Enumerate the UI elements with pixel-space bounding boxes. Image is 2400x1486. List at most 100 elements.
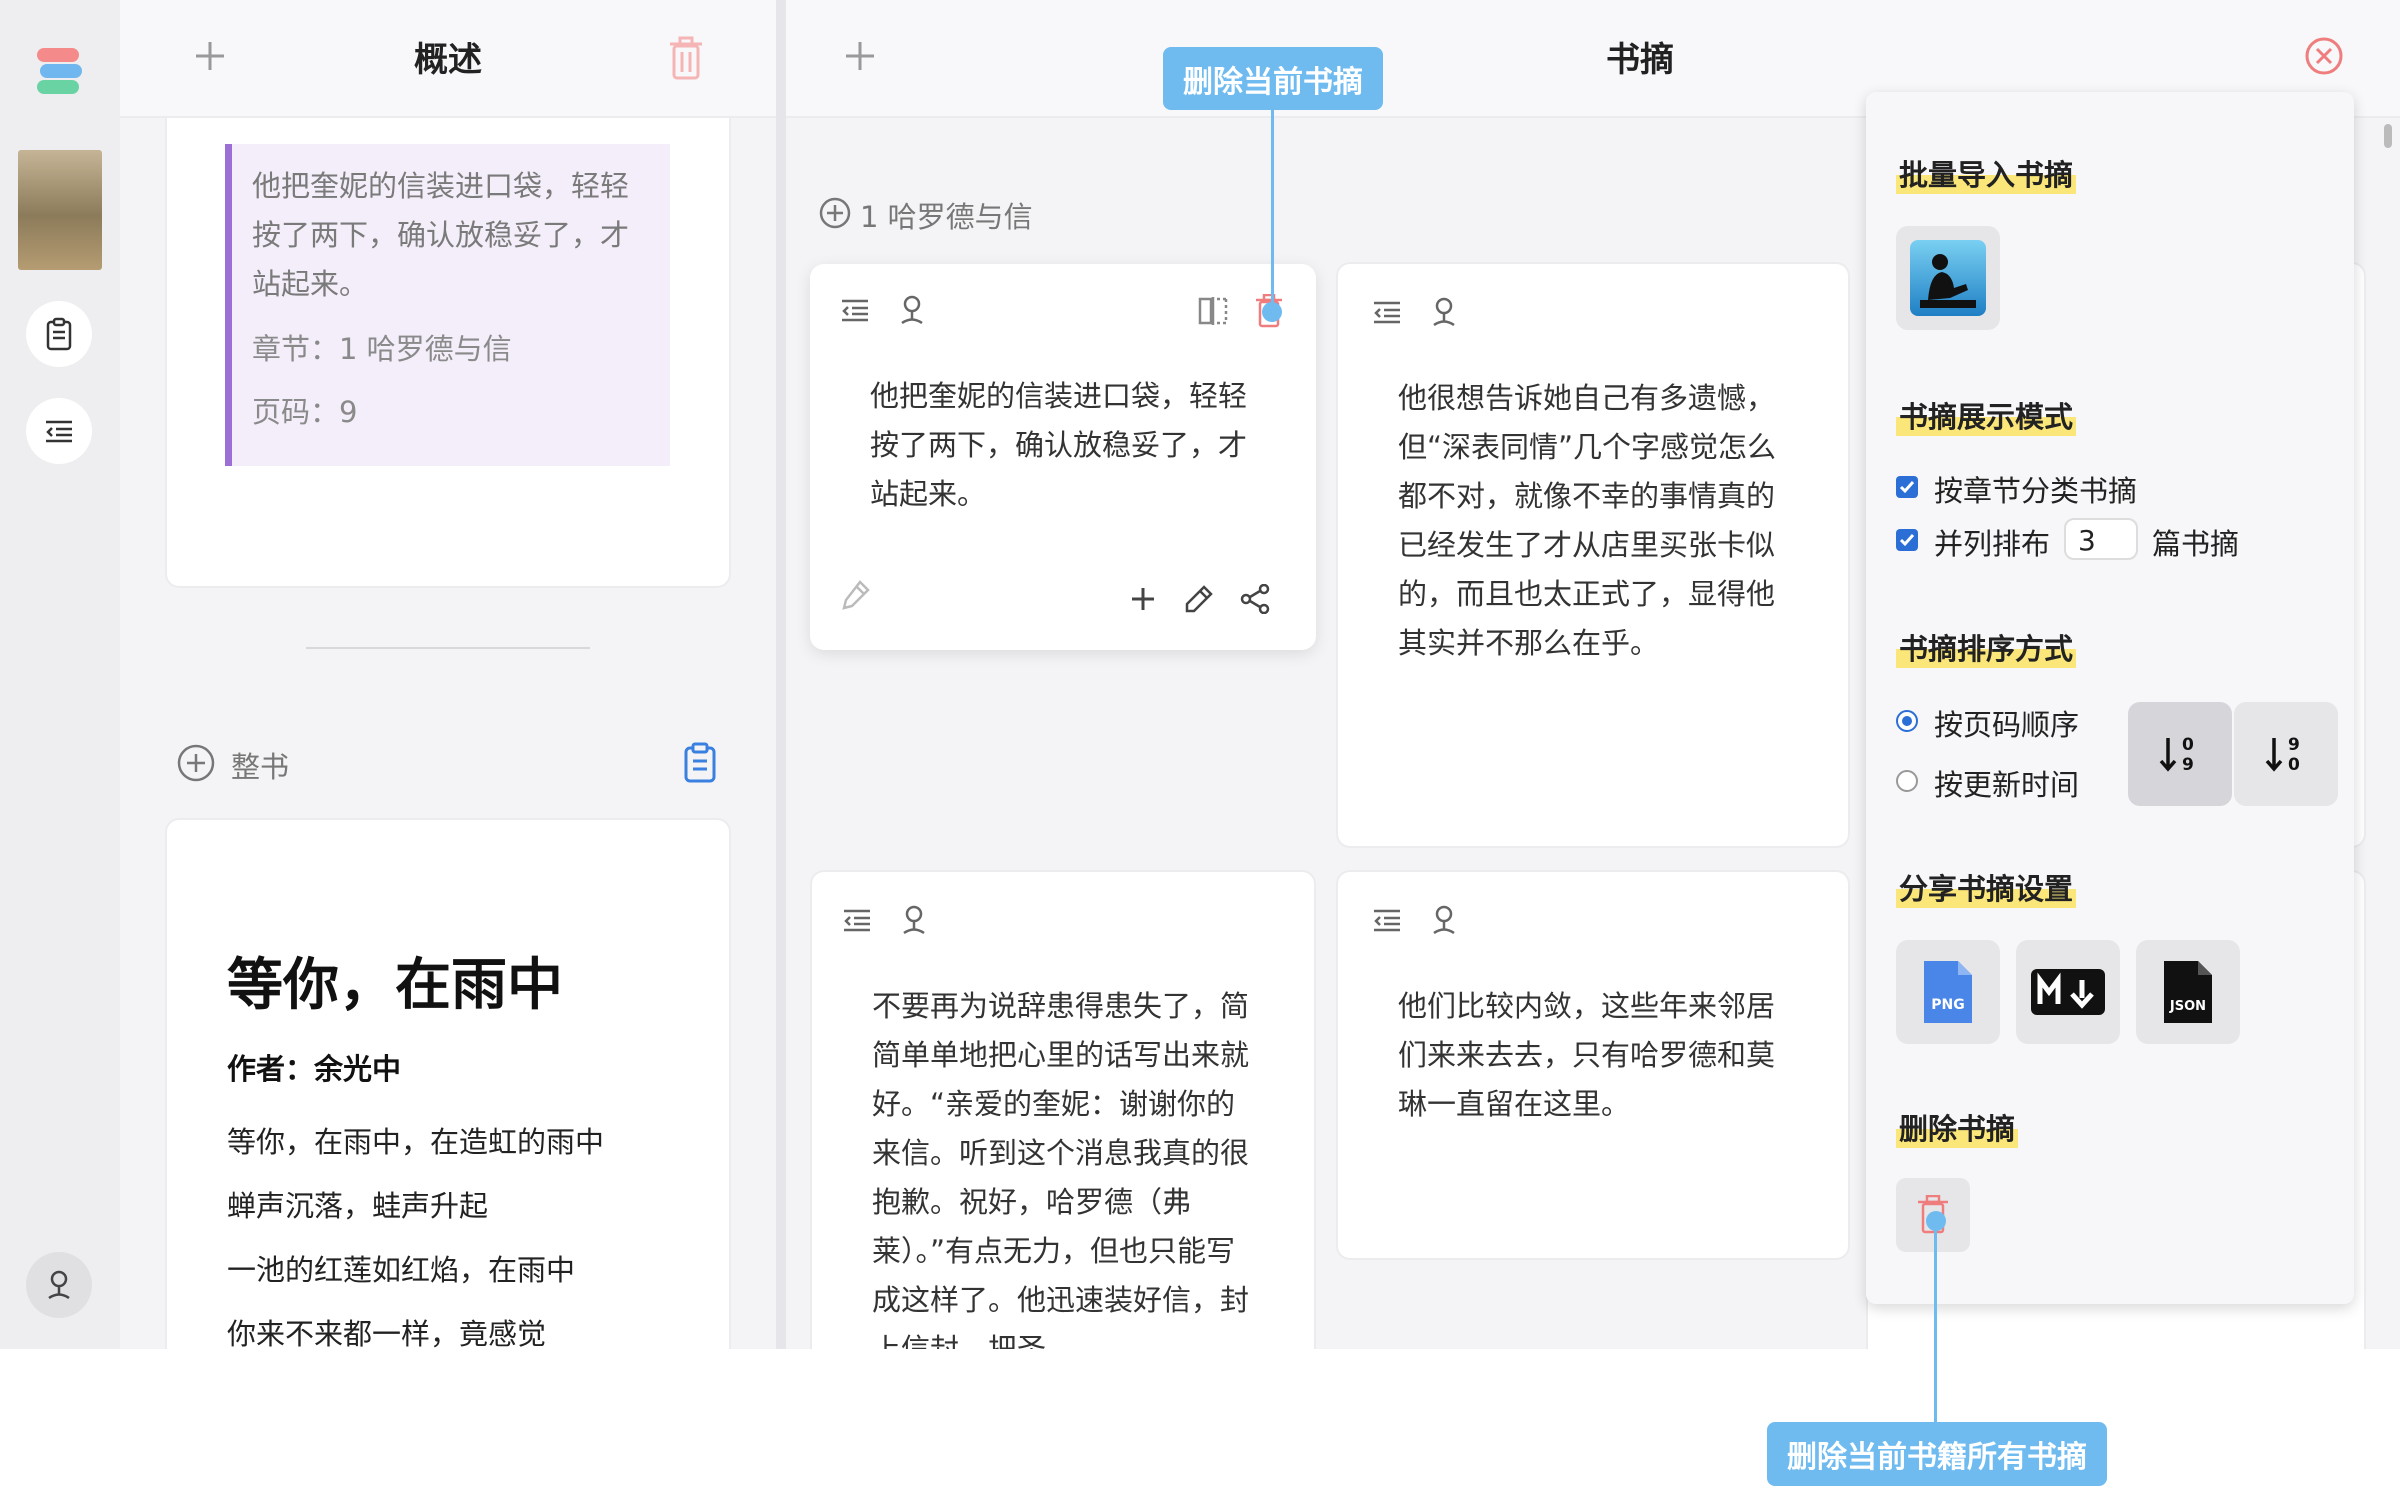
svg-text:0: 0 (2182, 735, 2194, 755)
highlighter-icon[interactable] (840, 578, 872, 616)
add-whole-book-button[interactable] (176, 743, 216, 783)
poem-line: 蝉声沉落，蛙声升起 (227, 1189, 489, 1223)
user-button[interactable] (26, 1252, 92, 1318)
app-logo (34, 44, 84, 104)
svg-text:9: 9 (2288, 735, 2300, 755)
clipboard-icon (46, 317, 72, 351)
highlight-chapter: 章节：1 哈罗德与信 (252, 332, 512, 366)
columns-suffix: 篇书摘 (2152, 527, 2240, 561)
clipboard-blue-icon (684, 742, 716, 783)
checkmark-icon (1899, 534, 1915, 547)
overview-column: 概述 他把奎妮的信装进口袋，轻轻按了两下，确认放稳妥了，才站起来。 章节：1 哈… (120, 0, 776, 1349)
add-chapter-excerpt-button[interactable] (818, 196, 852, 230)
split-view-icon[interactable] (1198, 296, 1228, 330)
import-section-title: 批量导入书摘 (1896, 152, 2077, 194)
chapter-toc-icon[interactable] (1372, 300, 1402, 328)
share-section-title: 分享书摘设置 (1896, 866, 2077, 908)
excerpt-text: 他把奎妮的信装进口袋，轻轻按了两下，确认放稳妥了，才站起来。 (870, 379, 1248, 511)
chapter-toc-icon[interactable] (840, 298, 870, 326)
close-settings-button[interactable] (2304, 36, 2344, 76)
sort-by-time-label: 按更新时间 (1934, 768, 2080, 802)
highlight-quote-block[interactable]: 他把奎妮的信装进口袋，轻轻按了两下，确认放稳妥了，才站起来。 章节：1 哈罗德与… (225, 144, 670, 466)
kindle-import-button[interactable] (1896, 226, 2000, 330)
excerpt-text: 他们比较内敛，这些年来邻居们来来去去，只有哈罗德和莫琳一直留在这里。 (1398, 989, 1776, 1121)
sort-descending-button[interactable]: 9 0 (2234, 702, 2338, 806)
callout-delete-all-excerpts: 删除当前书籍所有书摘 (1767, 1422, 2107, 1486)
list-indent-icon (46, 420, 72, 443)
columns-label: 并列排布 (1934, 527, 2051, 561)
trash-icon (670, 36, 702, 80)
book-cover-thumbnail[interactable] (18, 150, 102, 270)
poem-title: 等你，在雨中 (227, 953, 563, 1018)
callout-connector-line (1271, 110, 1274, 310)
sort-by-page-label: 按页码顺序 (1934, 708, 2080, 742)
pin-icon[interactable] (898, 294, 926, 330)
excerpt-settings-panel: 批量导入书摘 书摘展示模式 按章节分类书摘 并列排布 3 篇书摘 书摘排序方式 … (1866, 92, 2354, 1304)
callout-connector-line (1934, 1221, 1937, 1423)
sort-ascending-button[interactable]: 0 9 (2128, 702, 2232, 806)
excerpt-card[interactable]: 他很想告诉她自己有多遗憾，但“深表同情”几个字感觉怎么都不对，就像不幸的事情真的… (1336, 262, 1850, 848)
add-excerpt-button[interactable] (840, 36, 880, 76)
svg-text:9: 9 (2182, 755, 2194, 775)
display-section-title: 书摘展示模式 (1896, 394, 2077, 436)
clipboard-button[interactable] (26, 301, 92, 367)
highlight-page: 页码：9 (252, 395, 358, 429)
share-icon[interactable] (1240, 583, 1270, 618)
close-circle-icon (2305, 37, 2343, 75)
poem-line: 一池的红莲如红焰，在雨中 (227, 1253, 576, 1287)
excerpt-text: 他很想告诉她自己有多遗憾，但“深表同情”几个字感觉怎么都不对，就像不幸的事情真的… (1398, 381, 1777, 660)
sidebar-rail (0, 0, 120, 1349)
plus-circle-icon (819, 197, 851, 229)
share-png-button[interactable]: PNG (1896, 940, 2000, 1044)
add-note-icon[interactable] (1130, 586, 1156, 616)
excerpts-list-button[interactable] (26, 398, 92, 464)
callout-anchor-dot (1262, 302, 1282, 322)
by-chapter-label: 按章节分类书摘 (1934, 474, 2138, 508)
overview-highlight-card: 他把奎妮的信装进口袋，轻轻按了两下，确认放稳妥了，才站起来。 章节：1 哈罗德与… (165, 118, 731, 588)
section-divider (306, 647, 590, 649)
sort-ascending-icon: 0 9 (2159, 735, 2194, 775)
poem-lines: 等你，在雨中，在造虹的雨中 蝉声沉落，蛙声升起 一池的红莲如红焰，在雨中 你来不… (227, 1110, 604, 1349)
chapter-label: 1 哈罗德与信 (860, 200, 1033, 234)
kindle-reader-icon (1910, 240, 1986, 316)
whole-book-note-card[interactable]: 等你，在雨中 作者：余光中 等你，在雨中，在造虹的雨中 蝉声沉落，蛙声升起 一池… (165, 818, 731, 1349)
sort-section-title: 书摘排序方式 (1896, 626, 2077, 668)
excerpt-card[interactable]: 他把奎妮的信装进口袋，轻轻按了两下，确认放稳妥了，才站起来。 (810, 264, 1316, 650)
pin-icon[interactable] (1430, 296, 1458, 332)
poem-author: 作者：余光中 (227, 1052, 402, 1086)
columns-checkbox[interactable] (1896, 529, 1918, 551)
user-icon (48, 1270, 70, 1300)
chapter-toc-icon[interactable] (1372, 908, 1402, 936)
delete-overview-button[interactable] (666, 36, 706, 82)
share-json-button[interactable]: JSON (2136, 940, 2240, 1044)
svg-text:0: 0 (2288, 755, 2300, 775)
sort-by-time-radio[interactable] (1896, 770, 1918, 792)
excerpt-card[interactable]: 他们比较内敛，这些年来邻居们来来去去，只有哈罗德和莫琳一直留在这里。 (1336, 870, 1850, 1260)
poem-line: 等你，在雨中，在造虹的雨中 (227, 1125, 605, 1159)
plus-icon (846, 42, 874, 70)
pin-icon[interactable] (900, 904, 928, 940)
column-splitter[interactable] (776, 0, 786, 1349)
excerpt-card[interactable]: 不要再为说辞患得患失了，简简单单地把心里的话写出来就好。“亲爱的奎妮：谢谢你的来… (810, 870, 1316, 1349)
sort-descending-icon: 9 0 (2265, 735, 2300, 775)
by-chapter-checkbox[interactable] (1896, 476, 1918, 498)
share-markdown-button[interactable] (2016, 940, 2120, 1044)
callout-delete-current-excerpt: 删除当前书摘 (1163, 47, 1383, 110)
delete-section-title: 删除书摘 (1896, 1106, 2019, 1148)
app-window: 概述 他把奎妮的信装进口袋，轻轻按了两下，确认放稳妥了，才站起来。 章节：1 哈… (0, 0, 2400, 1349)
edit-pencil-icon[interactable] (1184, 584, 1214, 618)
sort-by-page-radio[interactable] (1896, 710, 1918, 732)
pin-icon[interactable] (1430, 904, 1458, 940)
png-file-icon: PNG (1922, 959, 1974, 1025)
columns-count-input[interactable]: 3 (2064, 518, 2138, 560)
markdown-icon (2031, 969, 2105, 1015)
excerpt-text: 不要再为说辞患得患失了，简简单单地把心里的话写出来就好。“亲爱的奎妮：谢谢你的来… (872, 989, 1250, 1349)
chapter-toc-icon[interactable] (842, 908, 872, 936)
poem-line: 你来不来都一样，竟感觉 (227, 1317, 547, 1349)
json-file-icon: JSON (2162, 959, 2214, 1025)
excerpts-title: 书摘 (1606, 40, 1674, 80)
plus-circle-icon (177, 744, 215, 782)
whole-book-clipboard-button[interactable] (682, 742, 718, 784)
checkmark-icon (1899, 481, 1915, 494)
scrollbar-thumb[interactable] (2384, 124, 2392, 148)
